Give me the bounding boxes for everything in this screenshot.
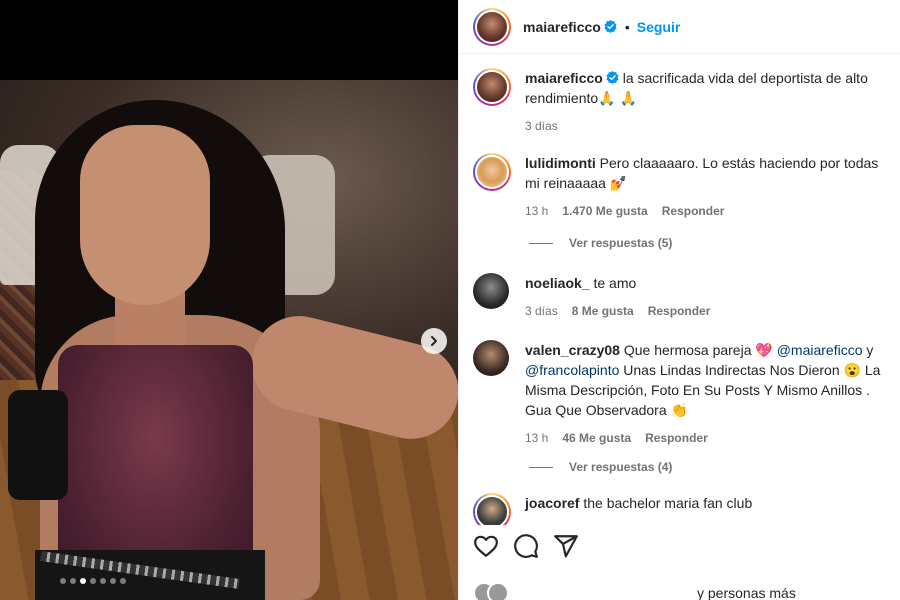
post-actions (473, 533, 579, 559)
mention-link[interactable]: @francolapinto (525, 362, 619, 378)
photo-subject-face (80, 125, 210, 305)
carousel-dot (70, 578, 76, 584)
comment-icon[interactable] (513, 533, 539, 559)
verified-badge-icon (604, 20, 617, 33)
comment-username[interactable]: joacoref (525, 495, 579, 511)
comment-item: noeliaok_ te amo 3 días 8 Me gusta Respo… (473, 273, 893, 321)
carousel-next-button[interactable] (421, 328, 447, 354)
comment-meta: 13 h 1.470 Me gusta Responder (525, 201, 893, 221)
avatar[interactable] (473, 273, 509, 309)
comment-likes[interactable]: 46 Me gusta (562, 428, 631, 448)
avatar[interactable] (473, 68, 511, 106)
avatar[interactable] (473, 493, 511, 525)
comment-username[interactable]: noeliaok_ (525, 275, 590, 291)
avatar (487, 582, 509, 600)
view-replies-button[interactable]: Ver respuestas (4) (529, 460, 672, 474)
carousel-dot (90, 578, 96, 584)
verified-badge-icon (606, 71, 619, 84)
photo-subject-top (58, 345, 253, 580)
carousel-dot (100, 578, 106, 584)
liked-by-text: y personas más (697, 585, 796, 600)
comments-list[interactable]: maiareficco la sacrificada vida del depo… (459, 55, 900, 525)
avatar[interactable] (473, 340, 509, 376)
carousel-dot (60, 578, 66, 584)
post-header: maiareficco • Seguir (459, 0, 900, 54)
comment-meta: 13 h 46 Me gusta Responder (525, 428, 893, 448)
carousel-dot (110, 578, 116, 584)
comment-text: te amo (593, 275, 637, 291)
replies-divider (529, 466, 553, 468)
post-photo (0, 80, 458, 600)
comment-time[interactable]: 13 h (525, 201, 548, 221)
comment-username[interactable]: lulidimonti (525, 155, 596, 171)
caption-comment: maiareficco la sacrificada vida del depo… (473, 68, 893, 136)
photo-bag (8, 390, 68, 500)
carousel-dot (120, 578, 126, 584)
comment-text: y (862, 342, 874, 358)
view-replies-label: Ver respuestas (4) (569, 460, 673, 474)
comment-likes[interactable]: 1.470 Me gusta (562, 201, 647, 221)
avatar[interactable] (473, 7, 511, 46)
post-media[interactable] (0, 0, 458, 600)
carousel-dots (60, 578, 126, 584)
post-side-panel: maiareficco • Seguir maiareficco la sacr… (458, 0, 900, 600)
view-replies-button[interactable]: Ver respuestas (5) (529, 236, 672, 250)
mention-link[interactable]: @maiareficco (777, 342, 863, 358)
comment-meta: 3 días 8 Me gusta Responder (525, 301, 893, 321)
post-author-username[interactable]: maiareficco (523, 19, 601, 35)
reply-button[interactable]: Responder (662, 201, 725, 221)
view-replies-label: Ver respuestas (5) (569, 236, 673, 250)
reply-button[interactable]: Responder (645, 428, 708, 448)
comment-text: the bachelor maria fan club (583, 495, 753, 511)
separator-dot: • (624, 18, 630, 35)
comment-time[interactable]: 3 días (525, 116, 558, 136)
chevron-right-icon (431, 336, 437, 346)
comment-meta: 3 días (525, 116, 893, 136)
heart-icon[interactable] (473, 533, 499, 559)
comment-time[interactable]: 13 h (525, 428, 548, 448)
comment-text: Que hermosa pareja 💖 (623, 342, 777, 358)
comment-likes[interactable]: 8 Me gusta (572, 301, 634, 321)
share-icon[interactable] (553, 533, 579, 559)
reply-button[interactable]: Responder (648, 301, 711, 321)
liked-by-row[interactable]: y personas más (473, 582, 796, 600)
comment-item: joacoref the bachelor maria fan club (473, 493, 893, 525)
comment-username[interactable]: maiareficco (525, 70, 603, 86)
comment-time[interactable]: 3 días (525, 301, 558, 321)
comment-item: valen_crazy08 Que hermosa pareja 💖 @maia… (473, 340, 893, 448)
comment-item: lulidimonti Pero claaaaaro. Lo estás hac… (473, 153, 893, 221)
avatar[interactable] (473, 153, 511, 191)
replies-divider (529, 242, 553, 244)
comment-username[interactable]: valen_crazy08 (525, 342, 620, 358)
carousel-dot (80, 578, 86, 584)
follow-button[interactable]: Seguir (637, 19, 681, 35)
